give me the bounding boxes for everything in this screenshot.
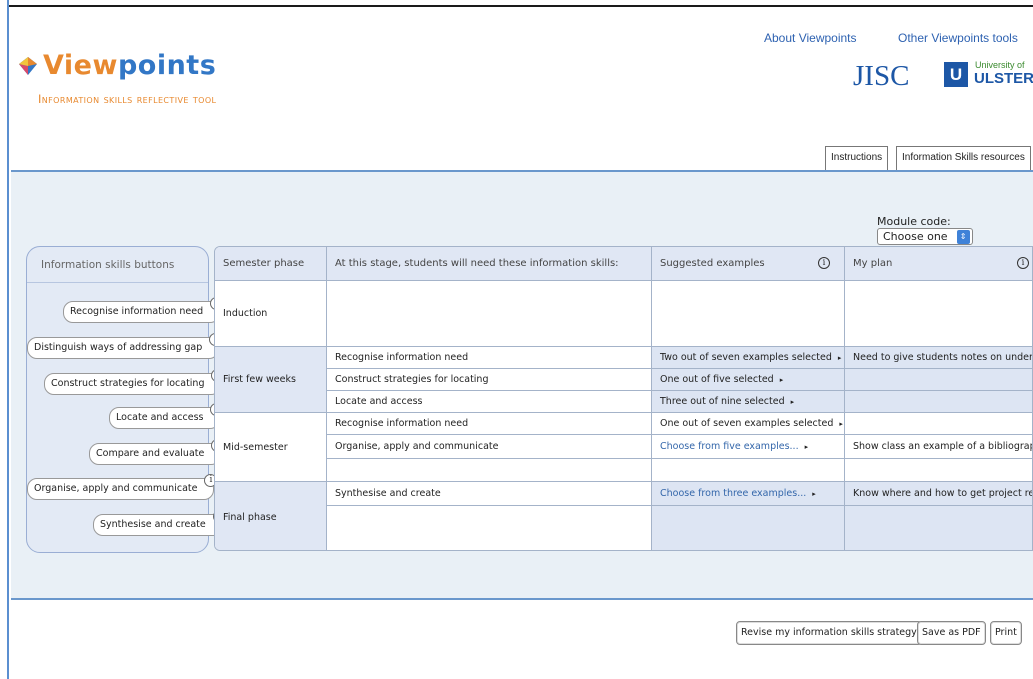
jisc-logo: JISC [853,60,910,92]
skills-panel-title: Information skills buttons [27,247,208,283]
plan-cell[interactable] [845,391,1032,413]
example-text: Choose from three examples... [660,488,807,499]
example-text: Three out of nine selected [660,396,785,407]
logo-view-text: View [43,50,118,81]
skill-button-distinguish-ways[interactable]: Distinguish ways of addressing gapi [27,333,223,359]
header-suggested-examples-label: Suggested examples [660,258,765,269]
table-cell[interactable] [652,506,845,550]
disclosure-arrow-icon: ▸ [790,397,795,406]
info-icon[interactable]: i [818,257,830,269]
plan-cell[interactable]: Show class an example of a bibliography.… [845,435,1032,459]
page: Viewpoints Information skills reflective… [0,0,1033,679]
skill-cell: Recognise information need [327,413,652,435]
app-subtitle: Information skills reflective tool [38,92,217,106]
skill-button-label: Organise, apply and communicate [34,483,198,494]
module-code-value: Choose one [883,230,948,243]
table-cell[interactable] [845,506,1032,550]
skills-buttons-panel: Information skills buttons [26,246,209,553]
example-text: One out of five selected [660,374,774,385]
example-cell[interactable]: Choose from five examples... ▸ [652,435,845,459]
example-text: Two out of seven examples selected [660,352,832,363]
example-cell[interactable]: Choose from three examples... ▸ [652,482,845,506]
example-text: One out of seven examples selected [660,418,834,429]
example-text: Choose from five examples... [660,441,799,452]
module-code-select[interactable]: Choose one ⇕ [877,228,973,245]
table-cell[interactable] [327,506,652,550]
logo-text: Viewpoints [43,50,216,81]
print-button[interactable]: Print [990,621,1022,645]
viewpoints-logo: Viewpoints [18,50,216,81]
header-my-plan: My plan [845,247,1032,281]
disclosure-arrow-icon: ▸ [804,442,809,451]
skill-cell: Locate and access [327,391,652,413]
table-cell[interactable] [327,459,652,482]
left-border [0,0,9,679]
phase-induction: Induction [215,281,327,347]
tab-information-skills-resources[interactable]: Information Skills resources [896,146,1031,170]
skill-button-label: Synthesise and create [100,519,206,530]
table-cell[interactable] [652,459,845,482]
skill-cell: Construct strategies for locating [327,369,652,391]
save-as-pdf-button[interactable]: Save as PDF [917,621,986,645]
skill-button-label: Locate and access [116,412,204,423]
skill-button-organise-apply-communicate[interactable]: Organise, apply and communicate i [27,474,218,500]
example-cell[interactable]: One out of seven examples selected ▸ [652,413,845,435]
logo-points-text: points [117,50,217,81]
header-my-plan-label: My plan [853,258,893,269]
header-semester-phase: Semester phase [215,247,327,281]
skill-button-recognise-information-need[interactable]: Recognise information needi [63,297,224,323]
skill-button-construct-strategies[interactable]: Construct strategies for locatingi [44,369,225,395]
phase-final: Final phase [215,482,327,550]
example-cell[interactable]: One out of five selected ▸ [652,369,845,391]
disclosure-arrow-icon: ▸ [779,375,784,384]
other-viewpoints-tools-link[interactable]: Other Viewpoints tools [898,31,1018,45]
skill-cell: Organise, apply and communicate [327,435,652,459]
ulster-logo-text: ULSTER [974,70,1033,87]
phase-first-few-weeks: First few weeks [215,347,327,413]
ulster-logo-icon: U [944,62,968,87]
skill-button-label: Compare and evaluate [96,448,205,459]
table-cell[interactable] [845,459,1032,482]
phase-mid-semester: Mid-semester [215,413,327,482]
disclosure-arrow-icon: ▸ [812,489,816,498]
skill-cell: Synthesise and create [327,482,652,506]
strategy-table: Semester phase At this stage, students w… [214,246,1033,551]
plan-cell[interactable] [845,369,1032,391]
plan-cell[interactable] [845,413,1032,435]
header-information-skills: At this stage, students will need these … [327,247,652,281]
header-suggested-examples: Suggested examples [652,247,845,281]
skill-button-label: Construct strategies for locating [51,378,205,389]
tab-instructions[interactable]: Instructions [825,146,889,170]
top-border [0,0,1033,7]
module-code-label: Module code: [877,215,951,228]
table-cell[interactable] [652,281,845,347]
skill-button-label: Distinguish ways of addressing gap [34,342,203,353]
skill-button-label: Recognise information need [70,306,204,317]
table-cell[interactable] [327,281,652,347]
disclosure-arrow-icon: ▸ [839,419,843,428]
select-stepper-icon: ⇕ [956,230,970,244]
plan-cell[interactable]: Know where and how to get project res... [845,482,1032,506]
example-cell[interactable]: Three out of nine selected ▸ [652,391,845,413]
example-cell[interactable]: Two out of seven examples selected ▸ [652,347,845,369]
disclosure-arrow-icon: ▸ [837,353,842,362]
skill-cell: Recognise information need [327,347,652,369]
about-viewpoints-link[interactable]: About Viewpoints [764,31,857,45]
revise-strategy-button[interactable]: Revise my information skills strategy [736,621,922,645]
plan-cell[interactable]: Need to give students notes on underst..… [845,347,1032,369]
info-icon[interactable]: i [1017,257,1029,269]
skill-button-compare-and-evaluate[interactable]: Compare and evaluatei [89,439,225,465]
skill-button-locate-and-access[interactable]: Locate and accessi [109,403,224,429]
ulster-logo-small-text: University of [975,60,1025,70]
kite-logo-icon [19,56,37,75]
skill-button-synthesise-and-create[interactable]: Synthesise and createi [93,510,226,536]
table-cell[interactable] [845,281,1032,347]
module-code-control: Module code: Choose one ⇕ [877,215,1033,245]
